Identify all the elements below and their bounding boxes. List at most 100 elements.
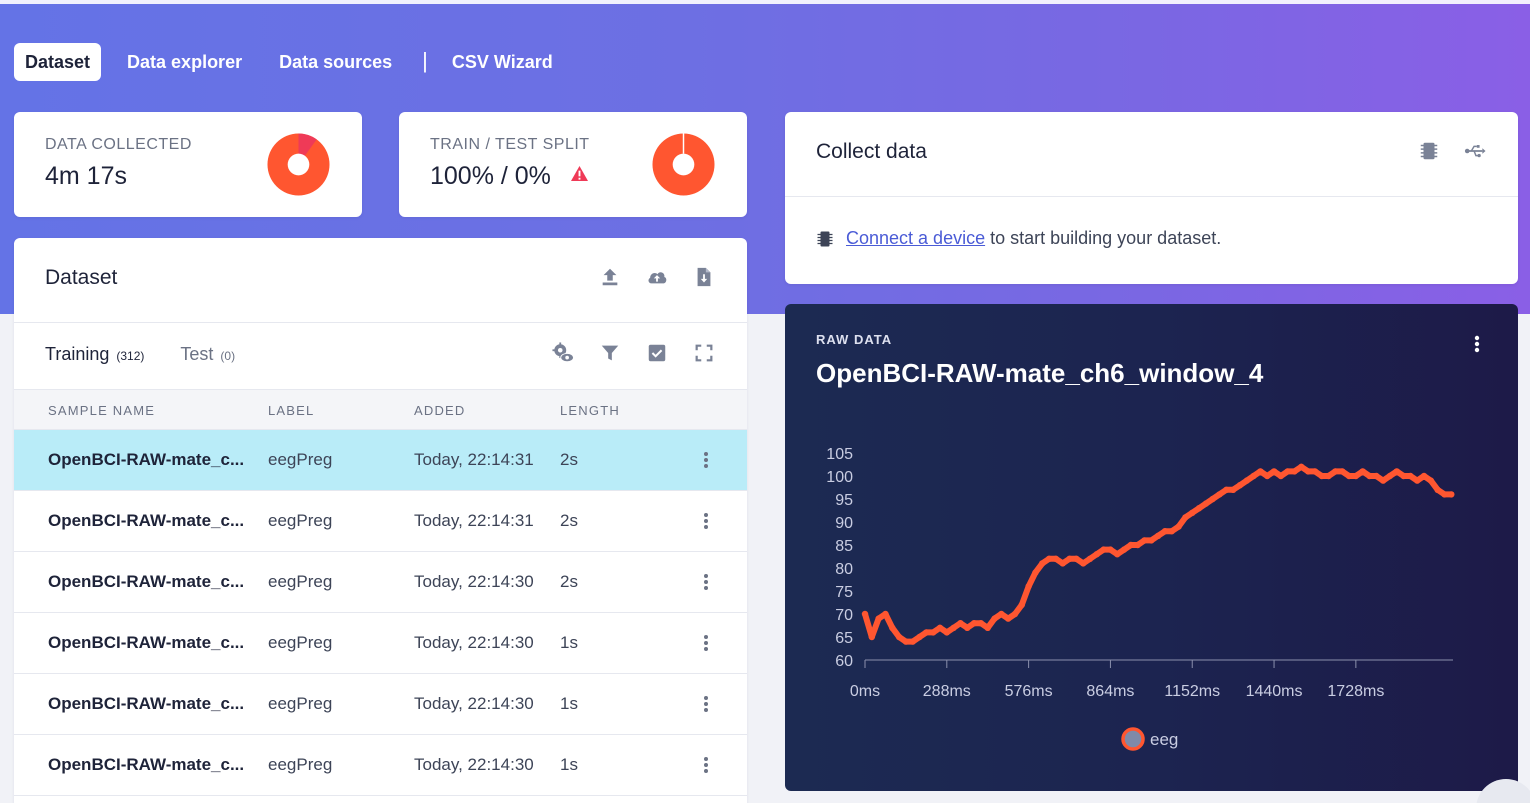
data-point — [1127, 541, 1135, 549]
data-point — [1100, 546, 1107, 553]
tab-csv-wizard[interactable]: CSV Wizard — [441, 43, 564, 81]
raw-data-chart: 60 65 70 75 80 85 90 95 100 105 0ms 288ms 576ms 864ms… — [826, 446, 1455, 751]
row-menu-icon[interactable] — [701, 509, 711, 533]
table-row[interactable]: OpenBCI-RAW-mate_c... eegPreg Today, 22:14… — [14, 430, 747, 491]
data-point — [1052, 555, 1060, 562]
column-sample-name[interactable]: SAMPLE NAME — [48, 403, 155, 418]
tab-data-explorer[interactable]: Data explorer — [116, 43, 253, 81]
data-point — [1120, 546, 1128, 553]
data-point — [1420, 472, 1428, 480]
table-row[interactable]: OpenBCI-RAW-mate_c... eegPreg Today, 22:14… — [14, 552, 747, 613]
data-point — [1073, 555, 1080, 562]
data-point — [1291, 468, 1298, 475]
table-row[interactable]: OpenBCI-RAW-mate_c... eegPreg Today, 22:14… — [14, 491, 747, 552]
data-point — [1448, 491, 1455, 498]
data-point — [916, 633, 923, 641]
data-collected-value: 4m 17s — [45, 162, 127, 190]
data-point — [1093, 551, 1100, 558]
data-point — [861, 610, 869, 618]
upload-icon[interactable] — [599, 266, 621, 288]
train-test-split-card: TRAIN / TEST SPLIT 100% / 0% — [399, 112, 747, 217]
column-label[interactable]: LABEL — [268, 403, 314, 418]
data-point — [1045, 555, 1053, 562]
dataset-divider — [14, 322, 747, 323]
column-added[interactable]: ADDED — [414, 403, 466, 418]
subtab-test-count: (0) — [220, 349, 236, 363]
table-row[interactable]: OpenBCI-RAW-mate_c... eegPreg Today, 22:14… — [14, 613, 747, 674]
subtab-training[interactable]: Training (312) — [45, 344, 144, 365]
data-point — [1373, 472, 1380, 480]
data-point — [1332, 468, 1339, 475]
added-cell: Today, 22:14:30 — [414, 755, 534, 774]
data-point — [1352, 472, 1360, 480]
data-point — [1059, 560, 1066, 567]
added-cell: Today, 22:14:30 — [414, 633, 534, 652]
data-point — [1400, 472, 1407, 480]
cloud-upload-icon[interactable] — [646, 266, 668, 288]
y-tick-label: 60 — [835, 653, 853, 670]
row-menu-icon[interactable] — [701, 631, 711, 655]
data-point — [1107, 546, 1114, 553]
data-point — [1339, 468, 1346, 475]
connect-device-link[interactable]: Connect a device — [846, 228, 985, 249]
subtab-test[interactable]: Test (0) — [180, 344, 235, 365]
subtab-test-label: Test — [180, 344, 214, 364]
x-tick-label: 576ms — [1005, 683, 1053, 700]
expand-icon[interactable] — [693, 342, 715, 364]
data-point — [943, 629, 951, 636]
data-point — [1257, 468, 1264, 475]
label-cell: eegPreg — [268, 572, 333, 591]
pie-hole — [287, 153, 310, 176]
length-cell: 1s — [560, 694, 578, 713]
data-point — [1379, 477, 1387, 484]
data-point — [1243, 477, 1250, 484]
data-point — [1250, 472, 1257, 480]
row-menu-icon[interactable] — [701, 692, 711, 716]
row-menu-icon[interactable] — [701, 570, 711, 594]
check-square-icon[interactable] — [646, 342, 668, 364]
x-tick-label: 1152ms — [1164, 683, 1220, 700]
data-point — [1134, 541, 1141, 549]
added-cell: Today, 22:14:30 — [414, 572, 534, 591]
dataset-title: Dataset — [45, 266, 118, 289]
data-point — [1366, 472, 1373, 480]
data-point — [1386, 472, 1394, 480]
tab-separator: | — [422, 48, 428, 73]
length-cell: 1s — [560, 633, 578, 652]
data-point — [1311, 468, 1319, 475]
data-point — [1434, 486, 1441, 493]
data-collected-card: DATA COLLECTED 4m 17s — [14, 112, 362, 217]
row-menu-icon[interactable] — [701, 753, 711, 777]
chip-icon[interactable] — [1418, 140, 1440, 162]
y-tick-label: 85 — [835, 538, 853, 555]
train-test-split-value: 100% / 0% — [430, 162, 551, 190]
filter-icon[interactable] — [599, 342, 621, 364]
data-point — [1414, 477, 1421, 484]
tab-data-sources[interactable]: Data sources — [268, 43, 403, 81]
sample-name-cell: OpenBCI-RAW-mate_c... — [48, 450, 245, 469]
label-cell: eegPreg — [268, 450, 333, 469]
data-point — [984, 624, 991, 631]
data-point — [1079, 560, 1087, 567]
data-point — [1011, 610, 1019, 618]
data-point — [1236, 482, 1244, 489]
x-tick-label: 1728ms — [1327, 683, 1384, 700]
data-point — [868, 633, 876, 641]
data-point — [1407, 472, 1414, 480]
settings-eye-icon[interactable] — [552, 342, 574, 364]
x-tick-label: 1440ms — [1246, 683, 1303, 700]
row-menu-icon[interactable] — [701, 448, 711, 472]
dataset-card: Dataset Training (312) Test (0) SAMPLE N… — [14, 238, 747, 803]
table-row[interactable]: OpenBCI-RAW-mate_c... eegPreg Today, 22:14… — [14, 674, 747, 735]
collect-data-message: Connect a device to start building your … — [816, 228, 1221, 249]
y-tick-label: 100 — [826, 469, 853, 486]
download-file-icon[interactable] — [693, 266, 715, 288]
usb-icon[interactable] — [1464, 140, 1486, 162]
data-point — [991, 615, 998, 622]
table-row[interactable]: OpenBCI-RAW-mate_c... eegPreg Today, 22:14… — [14, 735, 747, 796]
main-tabs: Dataset Data explorer Data sources | CSV… — [14, 43, 579, 81]
tab-dataset[interactable]: Dataset — [14, 43, 102, 81]
column-length[interactable]: LENGTH — [560, 403, 620, 418]
data-point — [882, 610, 889, 618]
data-point — [998, 610, 1005, 618]
